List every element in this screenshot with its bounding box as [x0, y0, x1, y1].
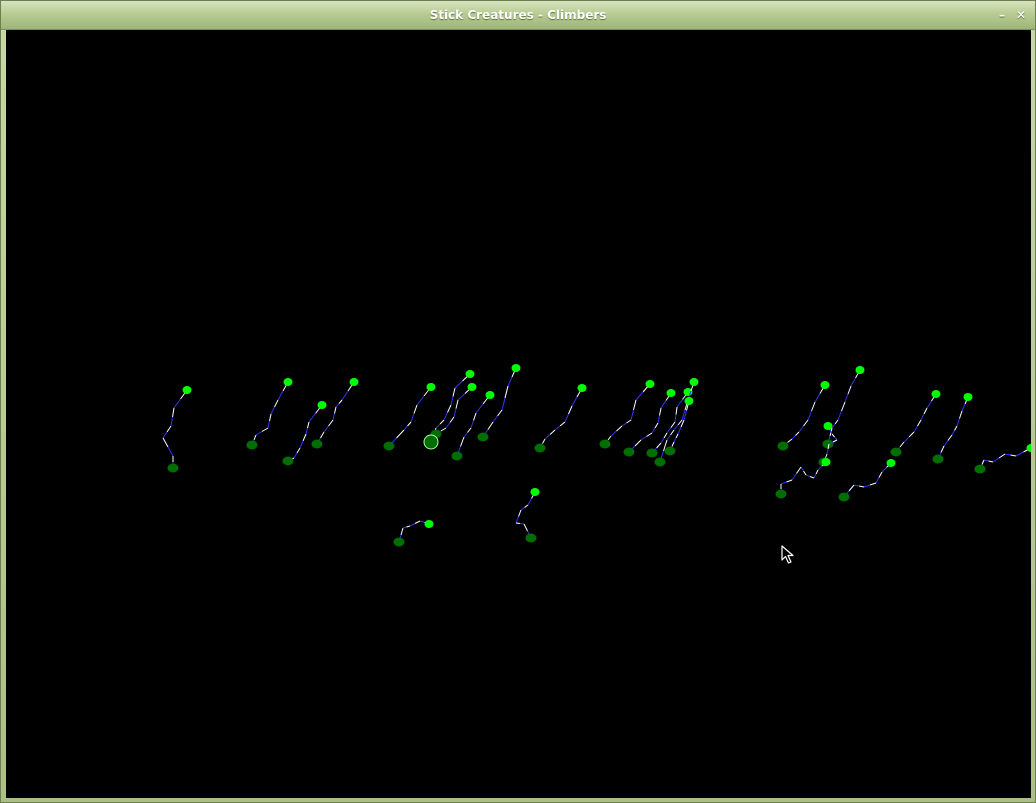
creature-foot [838, 492, 850, 502]
stick-creature [664, 397, 694, 456]
creature-head [530, 488, 540, 496]
selected-foot-marker [423, 434, 439, 450]
creature-foot [477, 432, 489, 442]
creature-foot [974, 464, 986, 474]
creature-foot [311, 439, 323, 449]
creature-foot [393, 537, 405, 547]
app-window: Stick Creatures - Climbers – ✕ [0, 0, 1036, 803]
creature-foot [623, 447, 635, 457]
close-icon[interactable]: ✕ [1013, 7, 1029, 23]
stick-creature [890, 390, 941, 457]
stick-creature [599, 380, 655, 449]
creature-foot [654, 457, 666, 467]
stick-creature [822, 366, 865, 449]
creature-head [485, 391, 495, 399]
stick-creature [311, 378, 359, 449]
creature-head [182, 386, 192, 394]
simulation-canvas[interactable] [6, 30, 1031, 798]
creature-foot [890, 447, 902, 457]
creature-head [823, 422, 833, 430]
title-bar[interactable]: Stick Creatures - Climbers – ✕ [1, 1, 1035, 30]
creature-foot [167, 463, 179, 473]
creature-head [317, 401, 327, 409]
stick-creature [515, 488, 540, 543]
stick-creature [623, 389, 676, 457]
creature-head [963, 393, 973, 401]
creature-foot [777, 441, 789, 451]
creature-head [689, 378, 699, 386]
creature-head [1026, 444, 1031, 452]
stick-creature [974, 444, 1031, 474]
creature-head [855, 366, 865, 374]
creature-head [349, 378, 359, 386]
creature-head [283, 378, 293, 386]
stick-creature [534, 384, 587, 453]
climbers-scene [162, 364, 1031, 547]
creature-head [426, 383, 436, 391]
stick-creature [393, 520, 434, 547]
creature-foot [451, 451, 463, 461]
creature-head [931, 390, 941, 398]
creature-foot [664, 446, 676, 456]
creature-foot [282, 456, 294, 466]
creature-foot [246, 440, 258, 450]
creature-head [886, 459, 896, 467]
creature-foot [525, 533, 537, 543]
stick-creature [775, 458, 831, 499]
creature-foot [599, 439, 611, 449]
creature-head [467, 383, 477, 391]
window-title: Stick Creatures - Climbers [429, 8, 607, 22]
stick-creature [162, 386, 192, 473]
creature-head [666, 389, 676, 397]
creature-head [511, 364, 521, 372]
creature-foot [646, 448, 658, 458]
creature-foot [775, 489, 787, 499]
creature-head [645, 380, 655, 388]
stick-creature [246, 378, 293, 450]
creature-head [465, 370, 475, 378]
creature-foot [932, 454, 944, 464]
minimize-icon[interactable]: – [994, 7, 1010, 23]
mouse-pointer-icon [781, 545, 794, 564]
creature-head [577, 384, 587, 392]
creature-head [821, 458, 831, 466]
creature-head [424, 520, 434, 528]
stick-creature [932, 393, 973, 464]
creature-head [684, 397, 694, 405]
stick-creature [282, 401, 327, 466]
creature-foot [383, 441, 395, 451]
creature-foot [534, 443, 546, 453]
stick-creature [838, 459, 896, 502]
stick-creature [777, 381, 830, 451]
creature-head [820, 381, 830, 389]
